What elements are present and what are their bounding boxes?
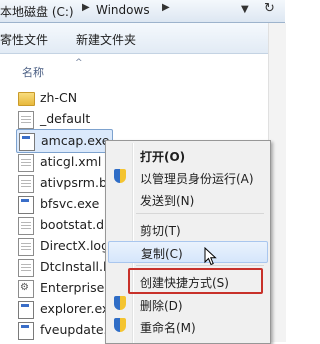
uac-shield-icon (114, 296, 126, 310)
column-header-name[interactable]: ^ 名称 (0, 58, 285, 80)
exe-icon (19, 133, 35, 151)
menu-item-delete[interactable]: 删除(D) (108, 294, 266, 314)
file-name: bootstat.d (40, 217, 105, 232)
menu-item-label: 发送到(N) (140, 194, 195, 208)
exe-icon (18, 301, 34, 319)
sort-ascending-icon: ^ (75, 58, 83, 68)
file-name: bfsvc.exe (40, 196, 100, 211)
breadcrumb-folder[interactable]: Windows (96, 3, 150, 17)
file-name: _default (40, 111, 91, 126)
menu-item-label: 复制(C) (141, 247, 183, 261)
breadcrumb-drive[interactable]: 本地磁盘 (C:) (0, 3, 74, 20)
mouse-cursor-icon (204, 247, 217, 266)
menu-item-run-as-admin[interactable]: 以管理员身份运行(A) (108, 167, 266, 187)
file-icon (18, 259, 34, 277)
list-item[interactable]: _default (18, 108, 278, 130)
menu-item-label: 打开(O) (140, 150, 186, 164)
menu-separator (136, 265, 264, 266)
menu-item-copy[interactable]: 复制(C) (108, 241, 268, 263)
file-name: zh-CN (40, 90, 78, 105)
menu-item-label: 重命名(M) (140, 321, 196, 335)
settings-file-icon (18, 280, 34, 298)
column-header-label: 名称 (22, 66, 44, 79)
menu-item-open[interactable]: 打开(O) (108, 145, 266, 165)
uac-shield-icon (114, 318, 126, 332)
highlight-box (128, 268, 263, 294)
exe-icon (18, 196, 34, 214)
breadcrumb-separator-icon[interactable]: ▶ (162, 2, 170, 13)
menu-item-label: 以管理员身份运行(A) (140, 172, 254, 186)
breadcrumb-separator-icon[interactable]: ▶ (82, 2, 90, 13)
file-name: fveupdate. (40, 322, 108, 337)
menu-item-send-to[interactable]: 发送到(N) (108, 189, 266, 209)
file-icon (18, 154, 34, 172)
file-name: DirectX.log (40, 238, 110, 253)
list-item[interactable]: zh-CN (18, 87, 278, 109)
folder-icon (18, 92, 35, 106)
exe-icon (18, 322, 34, 340)
menu-item-label: 剪切(T) (140, 224, 181, 238)
menu-separator (136, 213, 264, 214)
address-bar[interactable]: 本地磁盘 (C:) ▶ Windows ▶ ▼ ↻ (0, 0, 285, 23)
list-item-selected[interactable]: amcap.exe (16, 129, 113, 153)
share-button[interactable]: 寄性文件 (0, 31, 48, 48)
refresh-icon[interactable]: ↻ (264, 1, 275, 16)
file-name: explorer.ex (40, 301, 110, 316)
file-name: Enterprise. (40, 280, 109, 295)
file-icon (18, 111, 34, 129)
file-icon (18, 175, 34, 193)
file-name: DtcInstall.lo (40, 259, 115, 274)
menu-item-label: 删除(D) (140, 299, 183, 313)
file-icon (18, 217, 34, 235)
menu-item-rename[interactable]: 重命名(M) (108, 316, 266, 336)
address-dropdown-icon[interactable]: ▼ (241, 4, 249, 15)
file-name: aticgl.xml (40, 154, 102, 169)
command-bar: 寄性文件 新建文件夹 ▪ (0, 23, 285, 54)
context-menu: 打开(O) 以管理员身份运行(A) 发送到(N) 剪切(T) 复制(C) 创建快… (105, 140, 271, 344)
menu-item-cut[interactable]: 剪切(T) (108, 219, 266, 239)
new-folder-button[interactable]: 新建文件夹 (76, 31, 136, 48)
uac-shield-icon (114, 169, 126, 183)
file-name: ativpsrm.b (40, 175, 107, 190)
file-icon (18, 238, 34, 256)
file-name: amcap.exe (41, 133, 110, 148)
